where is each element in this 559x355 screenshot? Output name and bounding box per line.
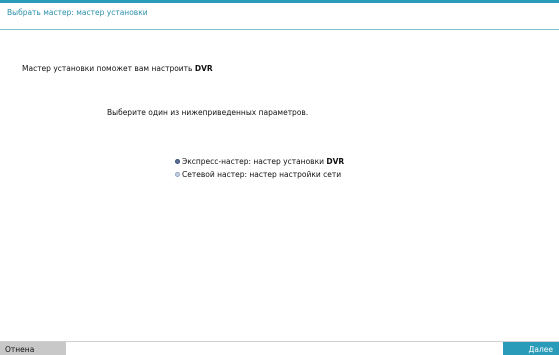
footer-divider xyxy=(0,341,559,342)
setup-wizard-window: Выбрать мастер: мастер установки Мастер … xyxy=(0,0,559,355)
option-express-wizard[interactable]: Экспресс-настер: настер установки DVR xyxy=(175,155,344,168)
intro-text: Мастер установки поможет вам настроить D… xyxy=(22,64,213,73)
intro-text-bold: DVR xyxy=(194,64,213,73)
window-title: Выбрать мастер: мастер установки xyxy=(7,8,148,17)
radio-selected-icon[interactable] xyxy=(175,159,180,164)
title-bar: Выбрать мастер: мастер установки xyxy=(0,3,559,25)
wizard-options: Экспресс-настер: настер установки DVR Се… xyxy=(175,155,344,181)
option-network-label: Сетевой настер: настер настройки сети xyxy=(182,170,342,179)
option-network-wizard[interactable]: Сетевой настер: настер настройки сети xyxy=(175,168,344,181)
cancel-button[interactable]: Отнена xyxy=(0,342,66,355)
option-express-label: Экспресс-настер: настер установки DVR xyxy=(182,157,345,166)
title-divider xyxy=(0,29,559,30)
selection-prompt: Выберите один из нижеприведенных парамет… xyxy=(107,108,309,117)
intro-text-plain: Мастер установки поможет вам настроить xyxy=(22,64,195,73)
radio-unselected-icon[interactable] xyxy=(175,172,180,177)
next-button[interactable]: Далее xyxy=(503,342,559,355)
